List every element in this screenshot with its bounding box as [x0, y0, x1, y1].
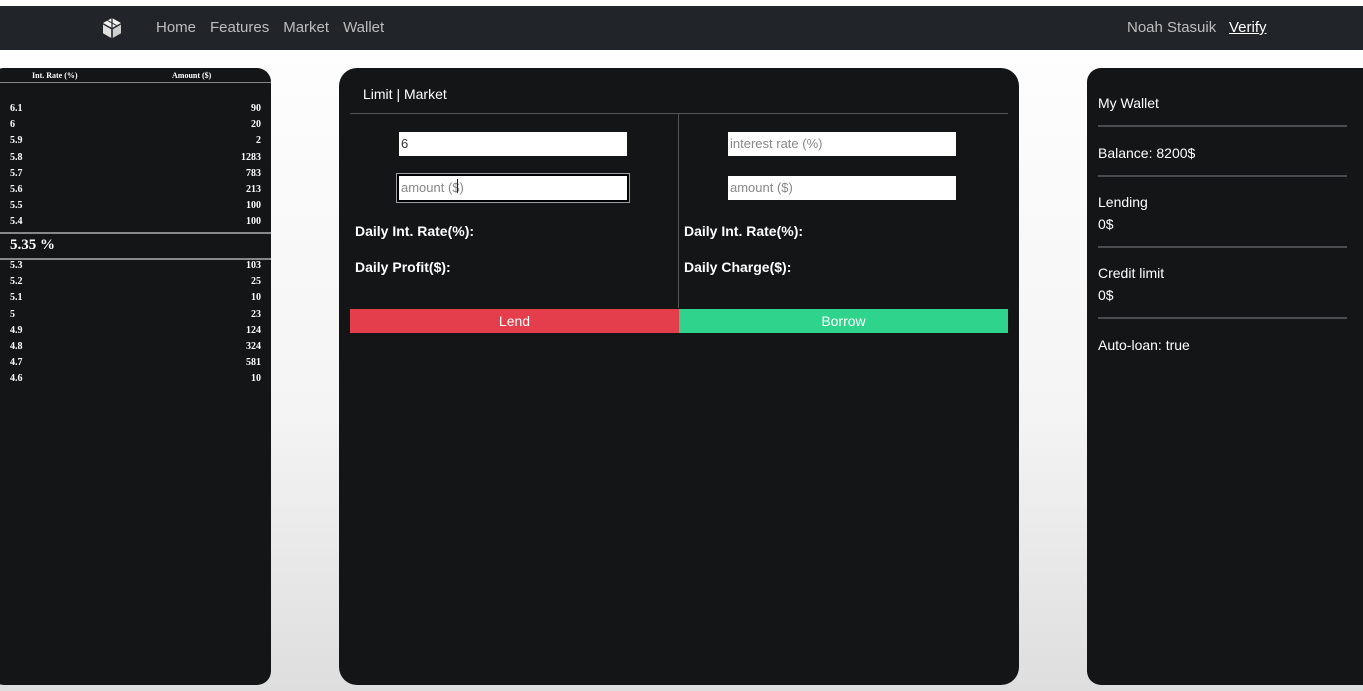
lend-amount-placeholder: amount ($) [401, 180, 464, 195]
nav-features[interactable]: Features [210, 19, 269, 36]
bid-amount: 10 [251, 292, 261, 304]
bid-rows: 5.3 103 5.2 25 5.1 10 5 23 4.9 124 4.8 324 4.7… [10, 258, 261, 388]
navbar: Home Features Market Wallet Noah Stasuik… [0, 6, 1363, 50]
daily-profit-label: Daily Profit($): [355, 259, 451, 275]
bid-amount: 10 [251, 373, 261, 385]
bid-amount: 25 [251, 276, 261, 288]
wallet-divider [1098, 125, 1347, 127]
amount-column-header: Amount ($) [172, 71, 212, 80]
bid-row[interactable]: 5 23 [10, 307, 261, 323]
wallet-divider [1098, 246, 1347, 248]
ask-rows: 6.1 90 6 20 5.9 2 5.8 1283 5.7 783 5.6 213 5.5… [10, 101, 261, 231]
lend-rate-input[interactable]: 6 [399, 132, 627, 156]
user-name[interactable]: Noah Stasuik [1127, 19, 1216, 36]
trade-panel: Limit | Market 6 amount ($) Daily Int. R… [339, 68, 1019, 685]
bid-row[interactable]: 4.8 324 [10, 339, 261, 355]
tab-limit[interactable]: Limit [363, 86, 393, 102]
trade-divider [350, 113, 1008, 114]
bid-row[interactable]: 4.6 10 [10, 371, 261, 387]
wallet-divider [1098, 317, 1347, 319]
ask-row[interactable]: 5.6 213 [10, 182, 261, 198]
bid-rate: 5 [10, 308, 15, 320]
ask-amount: 2 [256, 135, 261, 147]
lend-button[interactable]: Lend [350, 309, 679, 333]
bid-amount: 124 [246, 324, 261, 336]
ask-amount: 20 [251, 119, 261, 131]
text-cursor-icon [457, 179, 458, 193]
bid-row[interactable]: 4.9 124 [10, 323, 261, 339]
lending-label: Lending [1098, 194, 1148, 210]
wallet-title: My Wallet [1098, 95, 1159, 111]
ask-rate: 5.6 [10, 183, 23, 195]
bid-rate: 5.3 [10, 260, 23, 271]
ask-amount: 100 [246, 216, 261, 228]
bid-row[interactable]: 4.7 581 [10, 355, 261, 371]
tab-market[interactable]: Market [404, 86, 447, 102]
borrow-rate-input[interactable]: interest rate (%) [728, 132, 956, 156]
bid-rate: 4.9 [10, 324, 23, 336]
nav-home[interactable]: Home [156, 19, 196, 36]
ask-row[interactable]: 6.1 90 [10, 101, 261, 117]
bid-row[interactable]: 5.2 25 [10, 274, 261, 290]
bid-row[interactable]: 5.3 103 [10, 258, 261, 274]
ask-rate: 5.8 [10, 151, 23, 163]
borrow-rate-label: Daily Int. Rate(%): [684, 223, 804, 239]
lend-rate-label: Daily Int. Rate(%): [355, 223, 475, 239]
bid-rate: 4.6 [10, 373, 23, 385]
daily-charge-label: Daily Charge($): [684, 259, 792, 275]
ask-amount: 1283 [241, 151, 261, 163]
mid-rate: 5.35 % [10, 237, 55, 253]
wallet-balance: Balance: 8200$ [1098, 145, 1196, 161]
bid-amount: 103 [246, 260, 261, 271]
ask-amount: 783 [246, 167, 261, 179]
auto-loan-status: Auto-loan: true [1098, 337, 1190, 353]
bid-rate: 4.8 [10, 340, 23, 352]
ask-rate: 5.7 [10, 167, 23, 179]
borrow-button[interactable]: Borrow [679, 309, 1008, 333]
wallet-panel: My Wallet Balance: 8200$ Lending 0$ Cred… [1087, 68, 1363, 685]
bid-row[interactable]: 5.1 10 [10, 290, 261, 306]
nav-wallet[interactable]: Wallet [343, 19, 384, 36]
credit-limit-label: Credit limit [1098, 265, 1165, 281]
ask-row[interactable]: 5.9 2 [10, 133, 261, 149]
credit-limit-value: 0$ [1098, 287, 1114, 303]
bid-amount: 324 [246, 340, 261, 352]
bid-amount: 581 [246, 357, 261, 369]
wallet-divider [1098, 175, 1347, 177]
nav-links: Home Features Market Wallet [156, 19, 384, 36]
ask-amount: 100 [246, 200, 261, 212]
mid-rate-divider: 5.35 % [0, 232, 271, 260]
borrow-amount-input[interactable]: amount ($) [728, 176, 956, 200]
ask-rate: 5.4 [10, 216, 23, 228]
ask-row[interactable]: 5.8 1283 [10, 150, 261, 166]
ask-rate: 6.1 [10, 103, 23, 114]
bid-rate: 5.1 [10, 292, 23, 304]
ask-row[interactable]: 5.5 100 [10, 198, 261, 214]
ask-row[interactable]: 5.7 783 [10, 166, 261, 182]
ask-rate: 5.5 [10, 200, 23, 212]
ask-amount: 90 [251, 103, 261, 114]
nav-market[interactable]: Market [283, 19, 329, 36]
order-book-header: Int. Rate (%) Amount ($) [0, 68, 271, 83]
cube-logo-icon[interactable] [100, 16, 124, 40]
bid-rate: 5.2 [10, 276, 23, 288]
ask-row[interactable]: 6 20 [10, 117, 261, 133]
tab-separator: | [392, 86, 404, 102]
lending-value: 0$ [1098, 216, 1114, 232]
ask-rate: 5.9 [10, 135, 23, 147]
ask-amount: 213 [246, 183, 261, 195]
bid-amount: 23 [251, 308, 261, 320]
ask-row[interactable]: 5.4 100 [10, 214, 261, 230]
order-book-panel: Int. Rate (%) Amount ($) 6.1 90 6 20 5.9 2 … [0, 68, 271, 685]
rate-column-header: Int. Rate (%) [32, 71, 78, 80]
bid-rate: 4.7 [10, 357, 23, 369]
ask-rate: 6 [10, 119, 15, 131]
verify-link[interactable]: Verify [1229, 19, 1267, 36]
order-type-tabs: Limit | Market [363, 86, 447, 102]
trade-column-divider [678, 114, 679, 308]
lend-amount-input[interactable]: amount ($) [397, 174, 629, 202]
